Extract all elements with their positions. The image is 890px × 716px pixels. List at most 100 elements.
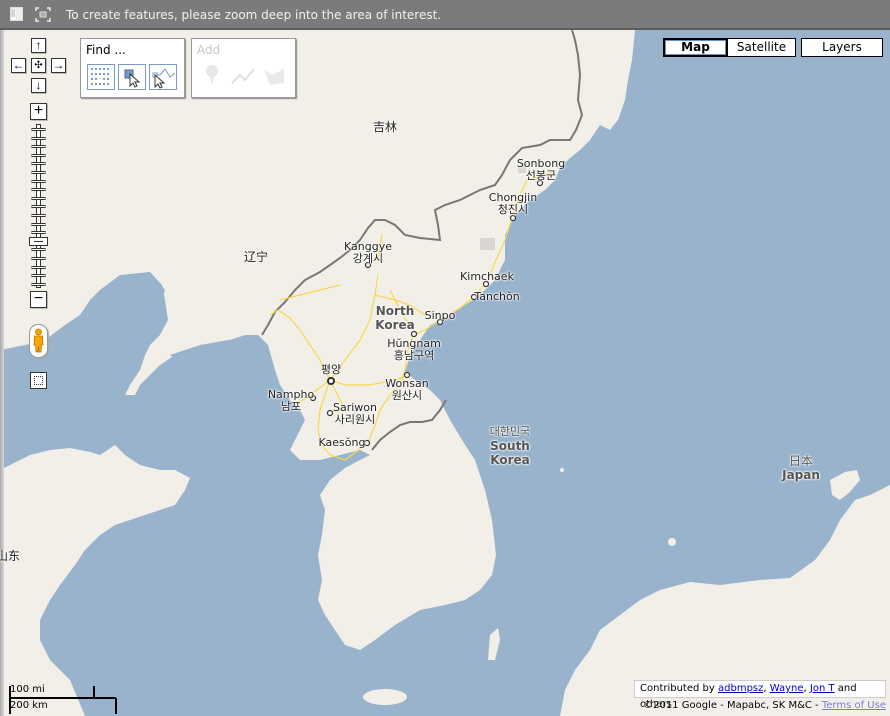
zoom-level-tick[interactable] bbox=[31, 205, 46, 209]
north-korea-line2: Korea bbox=[375, 318, 415, 332]
zoom-level-tick[interactable] bbox=[31, 128, 46, 131]
select-line-icon bbox=[152, 68, 176, 89]
status-message: To create features, please zoom deep int… bbox=[66, 8, 442, 22]
left-edge-shadow bbox=[0, 30, 4, 716]
zoom-level-tick[interactable] bbox=[31, 274, 46, 278]
marker-hungnam[interactable] bbox=[410, 330, 418, 338]
copyright-text: ©2011 Google - Mapabc, SK M&C - bbox=[643, 700, 819, 711]
map-type-map-button[interactable]: Map bbox=[663, 38, 727, 57]
city-ko: 흥남구역 bbox=[393, 349, 435, 362]
scale-metric: 200 km bbox=[10, 700, 48, 711]
zoom-level-tick[interactable] bbox=[31, 231, 46, 235]
zoom-slider-handle[interactable] bbox=[29, 236, 48, 246]
top-bar: To create features, please zoom deep int… bbox=[0, 0, 890, 30]
add-shape-icon bbox=[264, 69, 284, 85]
zoom-level-tick[interactable] bbox=[31, 257, 46, 260]
find-panel: Find ... bbox=[80, 38, 185, 98]
label-hungnam[interactable]: Hŭngnam 흥남구역 bbox=[387, 338, 441, 362]
label-kanggye[interactable]: Kanggye 강계시 bbox=[344, 241, 392, 265]
zoom-out-button[interactable]: − bbox=[30, 291, 47, 308]
label-north-korea: North Korea bbox=[375, 304, 415, 332]
grid-select-tool[interactable] bbox=[87, 64, 115, 90]
pan-down-button[interactable]: ↓ bbox=[31, 78, 46, 93]
pegman-icon bbox=[33, 328, 44, 353]
contributors-attribution: Contributed by adbmpsz, Wayne, Jon T and… bbox=[634, 680, 886, 710]
terms-of-use-link[interactable]: Terms of Use bbox=[822, 700, 886, 711]
label-jilin: 吉林 bbox=[372, 120, 398, 134]
zoom-level-tick[interactable] bbox=[31, 162, 46, 166]
street-view-pegman[interactable] bbox=[29, 324, 48, 358]
label-kaesong[interactable]: Kaesŏng bbox=[319, 437, 366, 449]
add-panel-title: Add bbox=[197, 43, 221, 57]
label-pyongyang[interactable]: 평양 bbox=[321, 364, 341, 376]
marker-chongjin[interactable] bbox=[509, 214, 517, 222]
select-point-tool[interactable] bbox=[118, 64, 146, 90]
find-panel-title: Find ... bbox=[86, 43, 126, 57]
label-kimchaek[interactable]: Kimchaek bbox=[460, 271, 514, 283]
city-ko: 남포 bbox=[280, 400, 302, 413]
copyright-notice: ©2011 Google - Mapabc, SK M&C - Terms of… bbox=[643, 700, 886, 711]
south-korea-line2: Korea bbox=[490, 453, 530, 467]
select-line-tool[interactable] bbox=[149, 64, 177, 90]
label-chongjin[interactable]: Chongjin 청진시 bbox=[489, 192, 537, 216]
urban-area bbox=[480, 238, 495, 250]
zoom-level-tick[interactable] bbox=[31, 282, 46, 286]
sidebar-toggle-icon[interactable] bbox=[10, 7, 24, 22]
select-point-icon bbox=[124, 69, 141, 88]
label-tanchon[interactable]: Tanchŏn bbox=[474, 291, 519, 303]
city-ko: 사리원시 bbox=[334, 413, 376, 426]
city-ko: 청진시 bbox=[497, 203, 529, 216]
city-ko: 강계시 bbox=[352, 252, 384, 265]
grid-select-icon bbox=[91, 68, 109, 85]
label-wonsan[interactable]: Wonsan 원산시 bbox=[385, 378, 428, 402]
pan-center-button[interactable]: ✣ bbox=[31, 58, 46, 73]
zoom-level-tick[interactable] bbox=[31, 265, 46, 269]
add-line-icon bbox=[231, 68, 255, 84]
zoom-level-tick[interactable] bbox=[31, 222, 46, 226]
zoom-level-tick[interactable] bbox=[31, 188, 46, 192]
city-ko: 선봉군 bbox=[525, 169, 557, 182]
pan-left-button[interactable]: ← bbox=[11, 58, 26, 73]
south-korea-native: 대한민국 bbox=[489, 425, 531, 438]
japan-line1: Japan bbox=[782, 468, 820, 482]
zoom-level-tick[interactable] bbox=[31, 136, 46, 140]
label-south-korea: 대한민국 South Korea bbox=[490, 425, 530, 467]
label-sonbong[interactable]: Sonbong 선봉군 bbox=[517, 158, 565, 182]
map-type-satellite-button[interactable]: Satellite bbox=[727, 38, 796, 57]
zoom-in-button[interactable]: + bbox=[30, 103, 47, 120]
layers-button[interactable]: Layers bbox=[801, 38, 883, 57]
zoom-level-tick[interactable] bbox=[31, 214, 46, 217]
add-placemark-icon bbox=[206, 65, 218, 85]
box-zoom-button[interactable] bbox=[30, 372, 47, 389]
zoom-level-tick[interactable] bbox=[31, 196, 46, 200]
scale-labels: 100 mi 200 km bbox=[8, 684, 118, 714]
zoom-level-tick[interactable] bbox=[31, 145, 46, 149]
map-canvas[interactable] bbox=[0, 0, 890, 716]
label-sinpo[interactable]: Sinpo bbox=[425, 310, 456, 322]
label-liaoning: 辽宁 bbox=[243, 250, 269, 264]
add-panel: Add bbox=[191, 38, 296, 98]
label-japan: 日本 Japan bbox=[782, 454, 820, 482]
pan-right-button[interactable]: → bbox=[51, 58, 66, 73]
marker-pyongyang[interactable] bbox=[327, 377, 335, 385]
fullscreen-icon[interactable] bbox=[35, 7, 51, 22]
zoom-level-tick[interactable] bbox=[31, 179, 46, 183]
zoom-level-tick[interactable] bbox=[31, 248, 46, 252]
marker-sariwon[interactable] bbox=[326, 409, 334, 417]
pan-up-button[interactable]: ↑ bbox=[31, 38, 46, 53]
label-shandong: 山东 bbox=[0, 549, 21, 563]
land-jeju bbox=[363, 689, 407, 705]
contributor-link[interactable]: adbmpsz bbox=[718, 683, 763, 694]
scale-imperial: 100 mi bbox=[10, 684, 45, 695]
contributor-link[interactable]: Jon T bbox=[810, 683, 835, 694]
island-dokdo bbox=[560, 468, 564, 472]
contributor-link[interactable]: Wayne bbox=[770, 683, 804, 694]
south-korea-line1: South bbox=[490, 439, 530, 453]
label-nampho[interactable]: Nampho 남포 bbox=[268, 389, 314, 413]
japan-native: 日本 bbox=[788, 454, 814, 468]
zoom-level-tick[interactable] bbox=[31, 153, 46, 157]
north-korea-line1: North bbox=[375, 304, 415, 318]
zoom-level-tick[interactable] bbox=[31, 171, 46, 174]
label-sariwon[interactable]: Sariwon 사리원시 bbox=[333, 402, 377, 426]
attribution-prefix: Contributed by bbox=[640, 683, 715, 694]
